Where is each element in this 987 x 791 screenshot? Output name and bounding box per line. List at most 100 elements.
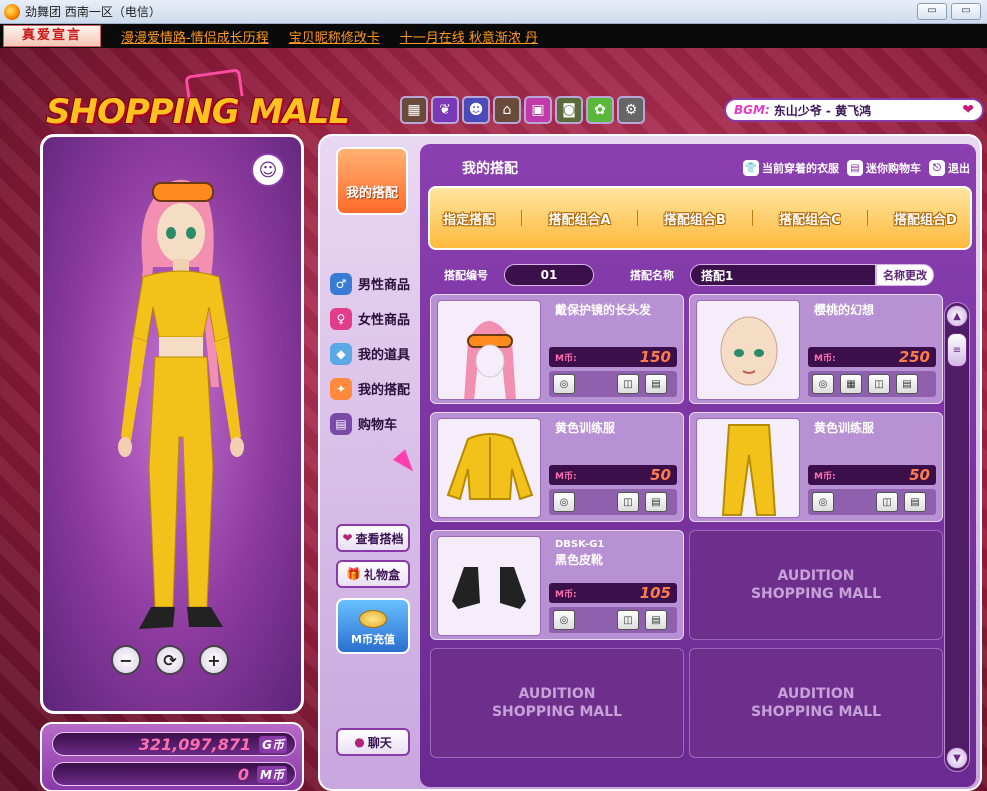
cart-icon[interactable]: ▤	[645, 492, 667, 512]
minimize-button[interactable]: ▭	[917, 3, 947, 20]
item-card[interactable]: 黄色训练服 M币: 50 ◎ ◫ ▤	[689, 412, 943, 522]
gift-icon[interactable]: ◫	[876, 492, 898, 512]
exit-link[interactable]: ⎋ 退出	[929, 160, 970, 176]
divider	[866, 210, 868, 226]
news-item[interactable]: 十一月在线 秋意渐浓 丹	[400, 27, 538, 46]
tab-combo-c[interactable]: 搭配组合C	[779, 209, 841, 228]
page-title: 我的搭配	[462, 161, 518, 177]
view-outfit-button[interactable]: ❤ 查看搭档	[336, 524, 410, 552]
mcoin-recharge-button[interactable]: M币充值	[336, 598, 410, 654]
divider	[521, 210, 523, 226]
scroll-thumb[interactable]: ≡	[947, 333, 967, 367]
nav-item-male[interactable]: ♂ 男性商品	[330, 266, 410, 301]
empty-slot-line2: SHOPPING MALL	[491, 704, 623, 720]
item-price: M币: 50	[808, 465, 936, 485]
view-outfit-label: 查看搭档	[355, 531, 404, 546]
chat-button[interactable]: ● 聊天	[336, 728, 410, 756]
character-preview: ☺ − ⟳ +	[40, 134, 304, 714]
tab-combo-d[interactable]: 搭配组合D	[894, 209, 957, 228]
scroll-up-icon[interactable]: ▲	[946, 305, 968, 327]
item-card[interactable]: 戴保护镜的长头发 M币: 150 ◎ ◫ ▤	[430, 294, 684, 404]
current-outfit-link[interactable]: 👕 当前穿着的衣服	[743, 160, 839, 176]
nav-item-female[interactable]: ♀ 女性商品	[330, 301, 410, 336]
price-value: 250	[898, 348, 930, 366]
gift-icon: 🎁	[346, 567, 361, 581]
item-card[interactable]: 樱桃的幻想 M币: 250 ◎ ▦ ◫ ▤	[689, 294, 943, 404]
house-icon[interactable]: ⌂	[493, 96, 521, 124]
heart-icon[interactable]: ❤	[962, 102, 974, 118]
pants-icon	[721, 424, 777, 516]
shopping-mall-logo: SHOPPING MALL	[46, 68, 350, 140]
nav-item-label: 女性商品	[358, 313, 411, 328]
cart-icon[interactable]: ▤	[896, 374, 918, 394]
photo-icon[interactable]: ◙	[555, 96, 583, 124]
gift-icon[interactable]: ◫	[617, 374, 639, 394]
gift-box-label: 礼物盒	[363, 567, 400, 582]
try-on-icon[interactable]: ◎	[553, 374, 575, 394]
tv-icon[interactable]: ▣	[524, 96, 552, 124]
item-actions: ◎ ◫ ▤	[549, 371, 677, 397]
cart-icon: ▤	[847, 160, 863, 176]
maximize-button[interactable]: ▭	[951, 3, 981, 20]
rotate-button[interactable]: ⟳	[155, 645, 185, 675]
empty-slot-line1: AUDITION	[777, 568, 855, 584]
category-list: ♂ 男性商品 ♀ 女性商品 ◆ 我的道具 ✦ 我的搭配 ▤ 购物车	[330, 266, 410, 441]
item-thumbnail	[696, 418, 800, 518]
news-item[interactable]: 漫漫爱情路-情侣成长历程	[121, 27, 269, 46]
m-coin-balance: 0 M币	[52, 762, 296, 786]
wing-icon[interactable]: ❦	[431, 96, 459, 124]
gift-box-button[interactable]: 🎁 礼物盒	[336, 560, 410, 588]
tab-combo-b[interactable]: 搭配组合B	[664, 209, 726, 228]
try-on-icon[interactable]: ◎	[553, 492, 575, 512]
news-tag[interactable]: 真爱宣言	[3, 25, 101, 47]
cart-icon[interactable]: ▤	[645, 610, 667, 630]
bgm-bar: BGM: 东山少爷 - 黄飞鸿 ❤	[724, 98, 984, 122]
news-item[interactable]: 宝贝昵称修改卡	[289, 27, 380, 46]
current-outfit-label: 当前穿着的衣服	[762, 162, 839, 175]
gear-icon[interactable]: ⚙	[617, 96, 645, 124]
face-icon[interactable]: ☻	[462, 96, 490, 124]
scroll-down-icon[interactable]: ▼	[946, 747, 968, 769]
try-on-icon[interactable]: ◎	[812, 374, 834, 394]
item-actions: ◎ ◫ ▤	[808, 489, 936, 515]
empty-slot: AUDITION SHOPPING MALL	[689, 648, 943, 758]
nav-item-cart[interactable]: ▤ 购物车	[330, 406, 410, 441]
item-card[interactable]: 黄色训练服 M币: 50 ◎ ◫ ▤	[430, 412, 684, 522]
character-figure	[118, 179, 244, 629]
shirt-icon: 👕	[743, 160, 759, 176]
gift-icon[interactable]: ◫	[868, 374, 890, 394]
my-outfit-badge[interactable]: 我的搭配	[336, 147, 408, 215]
zoom-out-button[interactable]: −	[111, 645, 141, 675]
zoom-in-button[interactable]: +	[199, 645, 229, 675]
empty-slot-line1: AUDITION	[518, 686, 596, 702]
price-value: 150	[639, 348, 671, 366]
outfit-name-field[interactable]: 搭配1	[690, 264, 876, 286]
cart-icon[interactable]: ▤	[904, 492, 926, 512]
game-canvas: SHOPPING MALL ▦ ❦ ☻ ⌂ ▣ ◙ ✿ ⚙ BGM: 东山少爷 …	[0, 48, 987, 791]
face-icon	[720, 316, 778, 386]
item-price: M币: 50	[549, 465, 677, 485]
hair-icon	[464, 321, 516, 399]
tab-combo-a[interactable]: 搭配组合A	[548, 209, 610, 228]
lock-icon[interactable]: ▦	[840, 374, 862, 394]
mini-cart-link[interactable]: ▤ 迷你购物车	[847, 160, 921, 176]
try-on-icon[interactable]: ◎	[553, 610, 575, 630]
item-actions: ◎ ▦ ◫ ▤	[808, 371, 936, 397]
try-on-icon[interactable]: ◎	[812, 492, 834, 512]
outfit-number-label: 搭配编号	[444, 269, 488, 282]
tab-assigned[interactable]: 指定搭配	[443, 209, 495, 228]
price-label: M币:	[555, 471, 577, 482]
item-card[interactable]: DBSK-G1 黑色皮靴 M币: 105 ◎ ◫ ▤	[430, 530, 684, 640]
outfit-meta: 搭配编号 01 搭配名称 搭配1 名称更改	[444, 264, 934, 286]
nav-item-my-outfit[interactable]: ✦ 我的搭配	[330, 371, 410, 406]
news-bar: 真爱宣言 漫漫爱情路-情侣成长历程 宝贝昵称修改卡 十一月在线 秋意渐浓 丹	[0, 24, 987, 48]
garden-icon[interactable]: ✿	[586, 96, 614, 124]
gift-icon[interactable]: ◫	[617, 610, 639, 630]
gift-icon[interactable]: ◫	[617, 492, 639, 512]
room-icon[interactable]: ▦	[400, 96, 428, 124]
nav-item-my-items[interactable]: ◆ 我的道具	[330, 336, 410, 371]
rename-button[interactable]: 名称更改	[876, 264, 934, 286]
cart-icon[interactable]: ▤	[645, 374, 667, 394]
item-scrollbar[interactable]: ▲ ≡ ▼	[944, 302, 970, 772]
item-thumbnail	[437, 418, 541, 518]
